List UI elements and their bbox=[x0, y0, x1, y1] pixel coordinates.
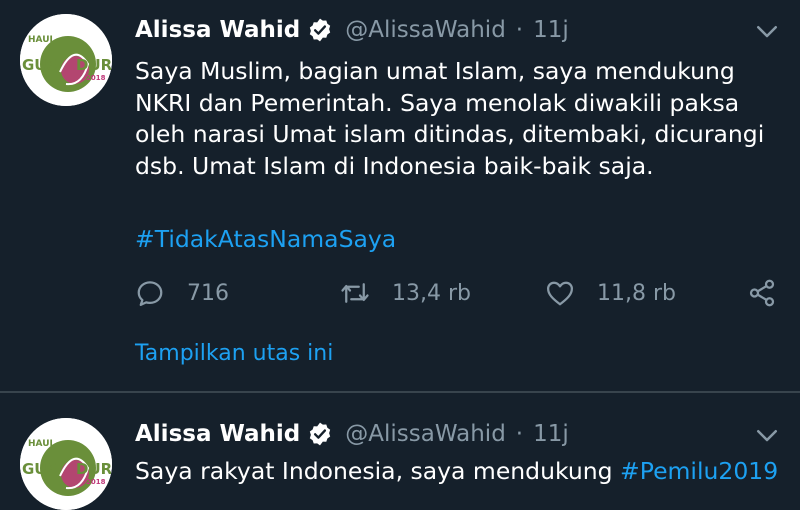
tweet-body: Saya rakyat Indonesia, saya mendukung #P… bbox=[135, 456, 785, 488]
separator-dot: · bbox=[515, 421, 524, 447]
chevron-down-icon[interactable] bbox=[752, 420, 782, 450]
verified-badge-icon bbox=[310, 18, 331, 42]
tweet-body-line: NKRI dan Pemerintah. Saya menolak diwaki… bbox=[135, 88, 740, 117]
tweet-timestamp[interactable]: 11j bbox=[533, 421, 569, 447]
tweet-body-line: Saya Muslim, bagian umat Islam, saya men… bbox=[135, 57, 735, 85]
tweet-header: Alissa Wahid @AlissaWahid · 11j bbox=[135, 417, 569, 451]
like-icon bbox=[547, 281, 573, 306]
show-thread-link[interactable]: Tampilkan utas ini bbox=[135, 341, 333, 366]
author-handle[interactable]: @AlissaWahid bbox=[345, 421, 506, 447]
avatar[interactable]: HAUL GUS DUR 2018 bbox=[20, 418, 112, 510]
share-button[interactable] bbox=[747, 276, 777, 310]
author-handle[interactable]: @AlissaWahid bbox=[345, 17, 506, 43]
retweet-icon bbox=[341, 283, 369, 303]
avatar-gus-text: GUS bbox=[22, 460, 57, 478]
author-name[interactable]: Alissa Wahid bbox=[135, 421, 300, 447]
tweet-body-line: dsb. Umat Islam di Indonesia baik-baik s… bbox=[135, 151, 654, 180]
tweet[interactable]: HAUL GUS DUR 2018 Alissa Wahid @AlissaWa… bbox=[0, 393, 800, 510]
avatar-dur-text: DUR bbox=[76, 460, 112, 478]
share-icon bbox=[749, 279, 775, 307]
avatar-haul-text: HAUL bbox=[28, 35, 56, 45]
reply-icon bbox=[137, 281, 163, 306]
verified-badge-icon bbox=[310, 422, 331, 446]
hashtag-link[interactable]: #TidakAtasNamaSaya bbox=[135, 224, 785, 256]
tweet-body-text: Saya rakyat Indonesia, saya mendukung bbox=[135, 457, 621, 485]
gusdur-logo-icon: HAUL GUS DUR 2018 bbox=[20, 418, 112, 510]
avatar-year-text: 2018 bbox=[86, 74, 106, 82]
reply-count: 716 bbox=[187, 280, 229, 306]
chevron-down-icon[interactable] bbox=[752, 16, 782, 46]
separator-dot: · bbox=[515, 17, 524, 43]
avatar-dur-text: DUR bbox=[76, 56, 112, 74]
tweet-body: Saya Muslim, bagian umat Islam, saya men… bbox=[135, 56, 785, 182]
like-button[interactable]: 11,8 rb bbox=[545, 276, 676, 310]
avatar-haul-text: HAUL bbox=[28, 439, 56, 449]
gusdur-logo-icon: HAUL GUS DUR 2018 bbox=[20, 14, 112, 106]
avatar-year-text: 2018 bbox=[86, 478, 106, 486]
author-name[interactable]: Alissa Wahid bbox=[135, 17, 300, 43]
like-count: 11,8 rb bbox=[597, 280, 676, 306]
tweet[interactable]: HAUL GUS DUR 2018 Alissa Wahid @AlissaWa… bbox=[0, 0, 800, 392]
tweet-body-line: oleh narasi Umat islam ditindas, ditemba… bbox=[135, 120, 765, 148]
hashtag-link[interactable]: #Pemilu2019 bbox=[620, 457, 778, 485]
retweet-count: 13,4 rb bbox=[392, 280, 471, 306]
reply-button[interactable]: 716 bbox=[135, 276, 229, 310]
tweet-actions: 716 13,4 rb 11,8 rb bbox=[135, 276, 785, 310]
tweet-header: Alissa Wahid @AlissaWahid · 11j bbox=[135, 13, 569, 47]
avatar[interactable]: HAUL GUS DUR 2018 bbox=[20, 14, 112, 106]
retweet-button[interactable]: 13,4 rb bbox=[340, 276, 471, 310]
avatar-gus-text: GUS bbox=[22, 56, 57, 74]
tweet-timestamp[interactable]: 11j bbox=[533, 17, 569, 43]
